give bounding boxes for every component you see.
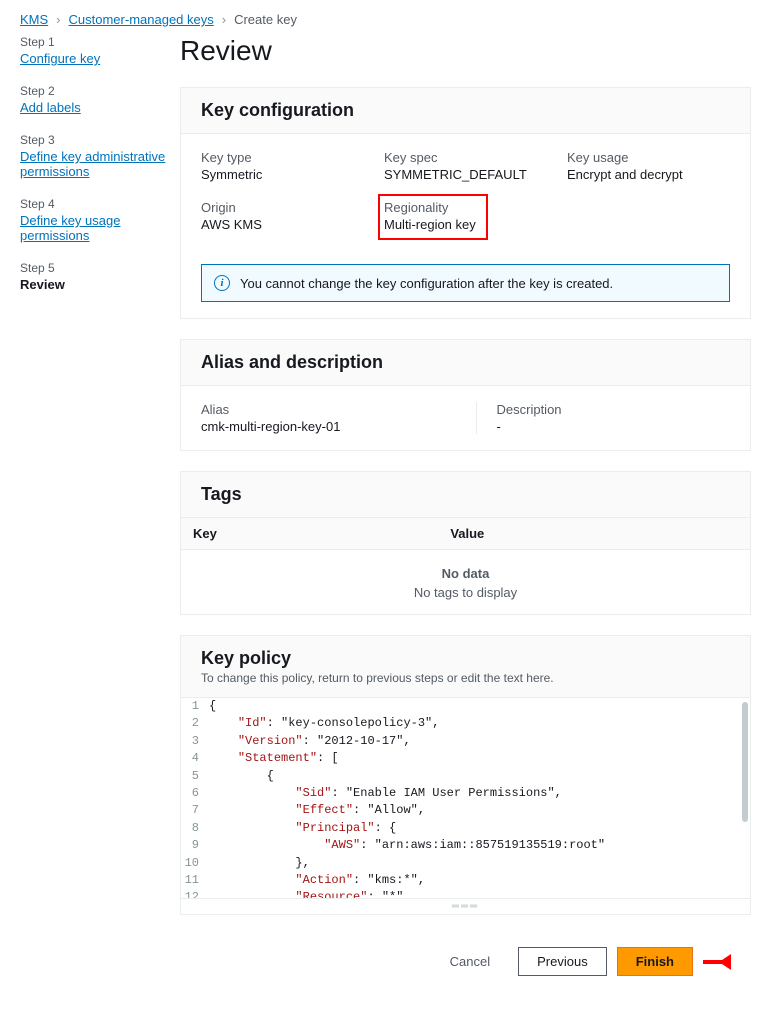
key-policy-heading: Key policy (201, 648, 730, 669)
page-title: Review (180, 35, 751, 67)
code-line: 6 "Sid": "Enable IAM User Permissions", (181, 785, 750, 802)
wizard-sidebar: Step 1 Configure key Step 2 Add labels S… (0, 35, 180, 1012)
code-line: 10 }, (181, 855, 750, 872)
step-review: Step 5 Review (20, 261, 180, 292)
code-line: 5 { (181, 768, 750, 785)
key-policy-panel: Key policy To change this policy, return… (180, 635, 751, 915)
breadcrumb-kms[interactable]: KMS (20, 12, 48, 27)
code-line: 1{ (181, 698, 750, 715)
key-configuration-heading: Key configuration (201, 100, 730, 121)
previous-button[interactable]: Previous (518, 947, 607, 976)
scrollbar[interactable] (742, 702, 748, 822)
code-line: 11 "Action": "kms:*", (181, 872, 750, 889)
key-configuration-panel: Key configuration Key type Symmetric Key… (180, 87, 751, 319)
tags-col-key[interactable]: Key (181, 518, 438, 550)
main-content: Review Key configuration Key type Symmet… (180, 35, 771, 1012)
key-spec: Key spec SYMMETRIC_DEFAULT (384, 150, 547, 182)
tags-empty-sub: No tags to display (181, 585, 750, 614)
key-usage: Key usage Encrypt and decrypt (567, 150, 730, 182)
arrow-annotation-icon (703, 956, 731, 968)
code-line: 8 "Principal": { (181, 820, 750, 837)
policy-editor[interactable]: 1{2 "Id": "key-consolepolicy-3",3 "Versi… (181, 698, 750, 898)
finish-button[interactable]: Finish (617, 947, 693, 976)
wizard-footer: Cancel Previous Finish (180, 935, 751, 992)
info-icon: i (214, 275, 230, 291)
key-policy-sub: To change this policy, return to previou… (201, 671, 730, 685)
alias-description-panel: Alias and description Alias cmk-multi-re… (180, 339, 751, 451)
origin: Origin AWS KMS (201, 200, 364, 232)
code-line: 12 "Resource": "*" (181, 889, 750, 898)
info-banner: i You cannot change the key configuratio… (201, 264, 730, 302)
code-line: 9 "AWS": "arn:aws:iam::857519135519:root… (181, 837, 750, 854)
key-type: Key type Symmetric (201, 150, 364, 182)
cancel-button[interactable]: Cancel (432, 948, 508, 975)
step-configure-key[interactable]: Step 1 Configure key (20, 35, 180, 66)
info-text: You cannot change the key configuration … (240, 276, 613, 291)
step-define-usage-permissions[interactable]: Step 4 Define key usage permissions (20, 197, 180, 243)
tags-table: Key Value (181, 518, 750, 550)
tags-heading: Tags (201, 484, 730, 505)
tags-col-value[interactable]: Value (438, 518, 750, 550)
code-line: 3 "Version": "2012-10-17", (181, 733, 750, 750)
tags-empty-title: No data (181, 550, 750, 585)
description: Description - (476, 402, 731, 434)
breadcrumb-create-key: Create key (234, 12, 297, 27)
step-add-labels[interactable]: Step 2 Add labels (20, 84, 180, 115)
breadcrumb: KMS › Customer-managed keys › Create key (0, 0, 771, 35)
alias-description-heading: Alias and description (201, 352, 730, 373)
alias: Alias cmk-multi-region-key-01 (201, 402, 456, 434)
resize-handle[interactable]: ═══ (181, 898, 750, 914)
breadcrumb-customer-managed-keys[interactable]: Customer-managed keys (69, 12, 214, 27)
code-line: 4 "Statement": [ (181, 750, 750, 767)
tags-panel: Tags Key Value No data No tags to displa… (180, 471, 751, 615)
chevron-right-icon: › (222, 12, 226, 27)
chevron-right-icon: › (56, 12, 60, 27)
code-line: 7 "Effect": "Allow", (181, 802, 750, 819)
code-line: 2 "Id": "key-consolepolicy-3", (181, 715, 750, 732)
regionality: Regionality Multi-region key (384, 200, 547, 232)
step-define-admin-permissions[interactable]: Step 3 Define key administrative permiss… (20, 133, 180, 179)
